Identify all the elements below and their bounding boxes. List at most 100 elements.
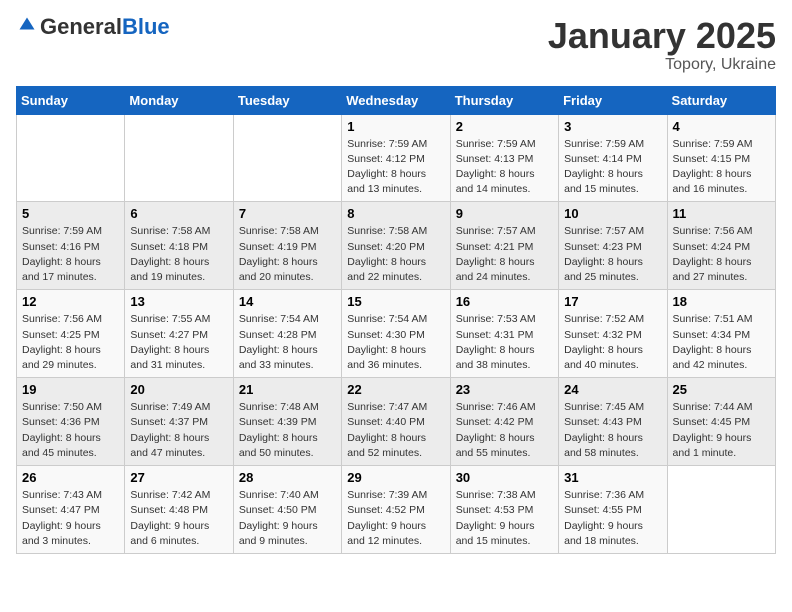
day-info: Sunrise: 7:36 AM Sunset: 4:55 PM Dayligh… [564, 488, 661, 549]
day-info: Sunrise: 7:50 AM Sunset: 4:36 PM Dayligh… [22, 400, 119, 461]
table-row: 31 Sunrise: 7:36 AM Sunset: 4:55 PM Dayli… [559, 466, 667, 554]
day-number: 28 [239, 470, 336, 485]
day-info: Sunrise: 7:43 AM Sunset: 4:47 PM Dayligh… [22, 488, 119, 549]
table-row: 5 Sunrise: 7:59 AM Sunset: 4:16 PM Daylig… [17, 202, 125, 290]
table-row: 30Sunrise: 7:38 AM Sunset: 4:53 PM Dayli… [450, 466, 558, 554]
weekday-monday: Monday [125, 86, 233, 114]
day-number: 9 [456, 206, 553, 221]
table-row: 13 Sunrise: 7:55 AM Sunset: 4:27 PM Dayli… [125, 290, 233, 378]
day-info: Sunrise: 7:56 AM Sunset: 4:24 PM Dayligh… [673, 224, 770, 285]
table-row [125, 114, 233, 202]
table-row: 25Sunrise: 7:44 AM Sunset: 4:45 PM Dayli… [667, 378, 775, 466]
weekday-saturday: Saturday [667, 86, 775, 114]
month-title: January 2025 [548, 16, 776, 56]
day-info: Sunrise: 7:58 AM Sunset: 4:20 PM Dayligh… [347, 224, 444, 285]
calendar-table: Sunday Monday Tuesday Wednesday Thursday… [16, 86, 776, 554]
page-header: GeneralBlue January 2025 Topory, Ukraine [16, 16, 776, 74]
day-info: Sunrise: 7:49 AM Sunset: 4:37 PM Dayligh… [130, 400, 227, 461]
day-number: 4 [673, 119, 770, 134]
table-row: 9 Sunrise: 7:57 AM Sunset: 4:21 PM Daylig… [450, 202, 558, 290]
day-info: Sunrise: 7:59 AM Sunset: 4:16 PM Dayligh… [22, 224, 119, 285]
table-row: 14 Sunrise: 7:54 AM Sunset: 4:28 PM Dayli… [233, 290, 341, 378]
table-row: 3Sunrise: 7:59 AM Sunset: 4:14 PM Daylig… [559, 114, 667, 202]
table-row: 4Sunrise: 7:59 AM Sunset: 4:15 PM Daylig… [667, 114, 775, 202]
logo-icon [18, 16, 36, 34]
day-number: 30 [456, 470, 553, 485]
day-number: 19 [22, 382, 119, 397]
day-number: 27 [130, 470, 227, 485]
day-number: 24 [564, 382, 661, 397]
day-number: 29 [347, 470, 444, 485]
day-number: 22 [347, 382, 444, 397]
table-row: 23Sunrise: 7:46 AM Sunset: 4:42 PM Dayli… [450, 378, 558, 466]
day-info: Sunrise: 7:58 AM Sunset: 4:18 PM Dayligh… [130, 224, 227, 285]
table-row: 21 Sunrise: 7:48 AM Sunset: 4:39 PM Dayli… [233, 378, 341, 466]
table-row: 20 Sunrise: 7:49 AM Sunset: 4:37 PM Dayli… [125, 378, 233, 466]
day-info: Sunrise: 7:52 AM Sunset: 4:32 PM Dayligh… [564, 312, 661, 373]
day-number: 11 [673, 206, 770, 221]
table-row: 26 Sunrise: 7:43 AM Sunset: 4:47 PM Dayli… [17, 466, 125, 554]
day-number: 23 [456, 382, 553, 397]
logo-blue-text: Blue [122, 14, 170, 39]
table-row [17, 114, 125, 202]
day-info: Sunrise: 7:57 AM Sunset: 4:21 PM Dayligh… [456, 224, 553, 285]
day-number: 13 [130, 294, 227, 309]
weekday-tuesday: Tuesday [233, 86, 341, 114]
day-info: Sunrise: 7:51 AM Sunset: 4:34 PM Dayligh… [673, 312, 770, 373]
table-row: 16 Sunrise: 7:53 AM Sunset: 4:31 PM Dayli… [450, 290, 558, 378]
day-number: 5 [22, 206, 119, 221]
table-row: 17 Sunrise: 7:52 AM Sunset: 4:32 PM Dayli… [559, 290, 667, 378]
day-number: 20 [130, 382, 227, 397]
table-row: 19 Sunrise: 7:50 AM Sunset: 4:36 PM Dayli… [17, 378, 125, 466]
day-info: Sunrise: 7:56 AM Sunset: 4:25 PM Dayligh… [22, 312, 119, 373]
weekday-friday: Friday [559, 86, 667, 114]
table-row: 18 Sunrise: 7:51 AM Sunset: 4:34 PM Dayli… [667, 290, 775, 378]
day-info: Sunrise: 7:48 AM Sunset: 4:39 PM Dayligh… [239, 400, 336, 461]
table-row: 28Sunrise: 7:40 AM Sunset: 4:50 PM Dayli… [233, 466, 341, 554]
table-row: 11 Sunrise: 7:56 AM Sunset: 4:24 PM Dayli… [667, 202, 775, 290]
calendar-header: Sunday Monday Tuesday Wednesday Thursday… [17, 86, 776, 114]
day-info: Sunrise: 7:47 AM Sunset: 4:40 PM Dayligh… [347, 400, 444, 461]
table-row: 22 Sunrise: 7:47 AM Sunset: 4:40 PM Dayli… [342, 378, 450, 466]
table-row: 24 Sunrise: 7:45 AM Sunset: 4:43 PM Dayli… [559, 378, 667, 466]
day-number: 6 [130, 206, 227, 221]
day-info: Sunrise: 7:59 AM Sunset: 4:12 PM Dayligh… [347, 137, 444, 198]
day-info: Sunrise: 7:59 AM Sunset: 4:13 PM Dayligh… [456, 137, 553, 198]
table-row: 12 Sunrise: 7:56 AM Sunset: 4:25 PM Dayli… [17, 290, 125, 378]
day-number: 14 [239, 294, 336, 309]
table-row: 7 Sunrise: 7:58 AM Sunset: 4:19 PM Daylig… [233, 202, 341, 290]
day-number: 15 [347, 294, 444, 309]
day-info: Sunrise: 7:53 AM Sunset: 4:31 PM Dayligh… [456, 312, 553, 373]
day-info: Sunrise: 7:58 AM Sunset: 4:19 PM Dayligh… [239, 224, 336, 285]
day-number: 16 [456, 294, 553, 309]
title-block: January 2025 Topory, Ukraine [548, 16, 776, 74]
table-row: 2 Sunrise: 7:59 AM Sunset: 4:13 PM Daylig… [450, 114, 558, 202]
location: Topory, Ukraine [548, 56, 776, 74]
table-row: 8 Sunrise: 7:58 AM Sunset: 4:20 PM Daylig… [342, 202, 450, 290]
table-row: 1 Sunrise: 7:59 AM Sunset: 4:12 PM Daylig… [342, 114, 450, 202]
table-row: 6 Sunrise: 7:58 AM Sunset: 4:18 PM Daylig… [125, 202, 233, 290]
day-number: 1 [347, 119, 444, 134]
weekday-thursday: Thursday [450, 86, 558, 114]
table-row: 10 Sunrise: 7:57 AM Sunset: 4:23 PM Dayli… [559, 202, 667, 290]
day-number: 7 [239, 206, 336, 221]
day-number: 21 [239, 382, 336, 397]
day-info: Sunrise: 7:44 AM Sunset: 4:45 PM Dayligh… [673, 400, 770, 461]
day-info: Sunrise: 7:55 AM Sunset: 4:27 PM Dayligh… [130, 312, 227, 373]
day-number: 17 [564, 294, 661, 309]
day-number: 26 [22, 470, 119, 485]
day-info: Sunrise: 7:54 AM Sunset: 4:28 PM Dayligh… [239, 312, 336, 373]
day-number: 8 [347, 206, 444, 221]
day-info: Sunrise: 7:45 AM Sunset: 4:43 PM Dayligh… [564, 400, 661, 461]
day-number: 2 [456, 119, 553, 134]
day-number: 10 [564, 206, 661, 221]
day-info: Sunrise: 7:57 AM Sunset: 4:23 PM Dayligh… [564, 224, 661, 285]
table-row [233, 114, 341, 202]
day-number: 18 [673, 294, 770, 309]
day-number: 31 [564, 470, 661, 485]
day-number: 3 [564, 119, 661, 134]
day-info: Sunrise: 7:42 AM Sunset: 4:48 PM Dayligh… [130, 488, 227, 549]
day-number: 12 [22, 294, 119, 309]
weekday-sunday: Sunday [17, 86, 125, 114]
calendar-body: 1 Sunrise: 7:59 AM Sunset: 4:12 PM Daylig… [17, 114, 776, 553]
